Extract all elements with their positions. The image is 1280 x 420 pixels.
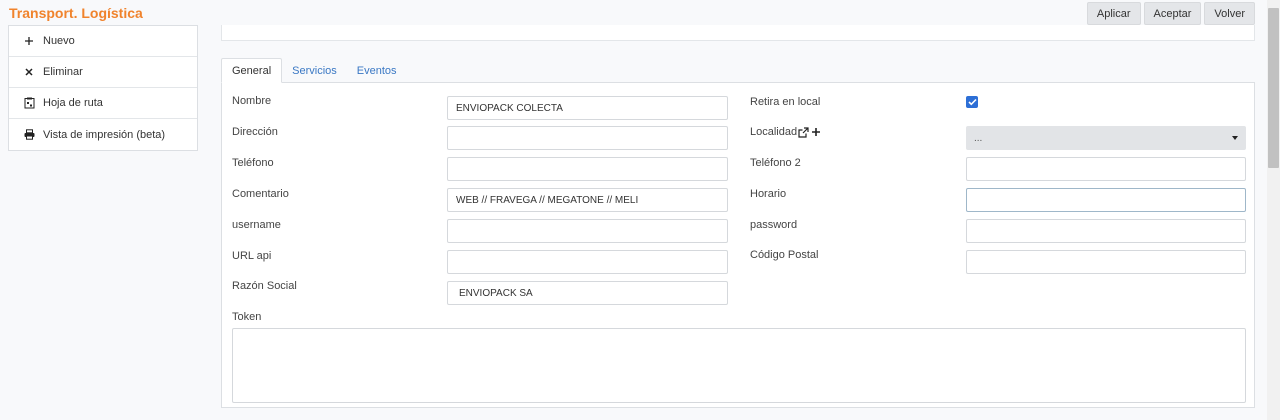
- sidebar-item-hoja-de-ruta[interactable]: Hoja de ruta: [9, 88, 197, 119]
- printer-icon: [23, 129, 35, 141]
- url-api-label: URL api: [232, 250, 272, 262]
- telefono2-label: Teléfono 2: [750, 157, 801, 169]
- vertical-scrollbar[interactable]: [1267, 0, 1280, 420]
- tab-eventos[interactable]: Eventos: [347, 58, 407, 83]
- direccion-label: Dirección: [232, 126, 278, 138]
- top-strip: [221, 25, 1255, 41]
- token-textarea[interactable]: [232, 328, 1246, 403]
- nombre-input[interactable]: [447, 96, 728, 120]
- telefono-input[interactable]: [447, 157, 728, 181]
- localidad-label: Localidad: [750, 126, 821, 138]
- localidad-label-text: Localidad: [750, 126, 798, 138]
- telefono-label: Teléfono: [232, 157, 274, 169]
- sidebar-item-label: Vista de impresión (beta): [43, 128, 166, 141]
- retira-local-label: Retira en local: [750, 96, 821, 108]
- url-api-input[interactable]: [447, 250, 728, 274]
- nombre-label: Nombre: [232, 95, 272, 107]
- close-icon: [23, 66, 35, 78]
- sidebar: Nuevo Eliminar Hoja de ruta Vista de imp…: [8, 25, 198, 151]
- app-title: Transport. Logística: [9, 5, 143, 21]
- sidebar-item-label: Eliminar: [43, 66, 83, 78]
- horario-label: Horario: [750, 188, 787, 200]
- username-input[interactable]: [447, 219, 728, 243]
- localidad-select[interactable]: ...: [966, 126, 1246, 150]
- localidad-selected-value: ...: [974, 132, 983, 144]
- razon-social-label: Razón Social: [232, 280, 297, 292]
- razon-social-input[interactable]: [447, 281, 728, 305]
- check-icon: [967, 98, 977, 106]
- password-label: password: [750, 219, 798, 231]
- accept-button[interactable]: Aceptar: [1143, 2, 1202, 25]
- tab-bar: General Servicios Eventos: [221, 58, 407, 83]
- chevron-down-icon: [1232, 136, 1238, 140]
- sidebar-item-eliminar[interactable]: Eliminar: [9, 57, 197, 88]
- sidebar-item-label: Hoja de ruta: [43, 97, 103, 109]
- comentario-label: Comentario: [232, 188, 289, 200]
- sidebar-item-vista-impresion[interactable]: Vista de impresión (beta): [9, 119, 197, 150]
- username-label: username: [232, 219, 281, 231]
- comentario-input[interactable]: [447, 188, 728, 212]
- tab-general[interactable]: General: [221, 58, 283, 83]
- telefono2-input[interactable]: [966, 157, 1246, 181]
- top-actions: Aplicar Aceptar Volver: [1086, 2, 1255, 25]
- password-input[interactable]: [966, 219, 1246, 243]
- tab-servicios[interactable]: Servicios: [282, 58, 347, 83]
- token-label: Token: [232, 311, 262, 323]
- sidebar-item-label: Nuevo: [43, 35, 75, 47]
- plus-icon[interactable]: [811, 127, 821, 137]
- plus-icon: [23, 35, 35, 47]
- direccion-input[interactable]: [447, 126, 728, 150]
- sidebar-item-nuevo[interactable]: Nuevo: [9, 26, 197, 57]
- codigo-postal-input[interactable]: [966, 250, 1246, 274]
- general-form: Nombre Dirección Teléfono Comentario use…: [221, 82, 1255, 408]
- scrollbar-thumb[interactable]: [1268, 8, 1279, 168]
- retira-local-checkbox[interactable]: [966, 96, 978, 108]
- back-button[interactable]: Volver: [1204, 2, 1255, 25]
- horario-input[interactable]: [966, 188, 1246, 212]
- route-sheet-icon: [23, 97, 35, 109]
- codigo-postal-label: Código Postal: [750, 249, 819, 261]
- apply-button[interactable]: Aplicar: [1086, 2, 1141, 25]
- external-link-icon[interactable]: [798, 126, 809, 138]
